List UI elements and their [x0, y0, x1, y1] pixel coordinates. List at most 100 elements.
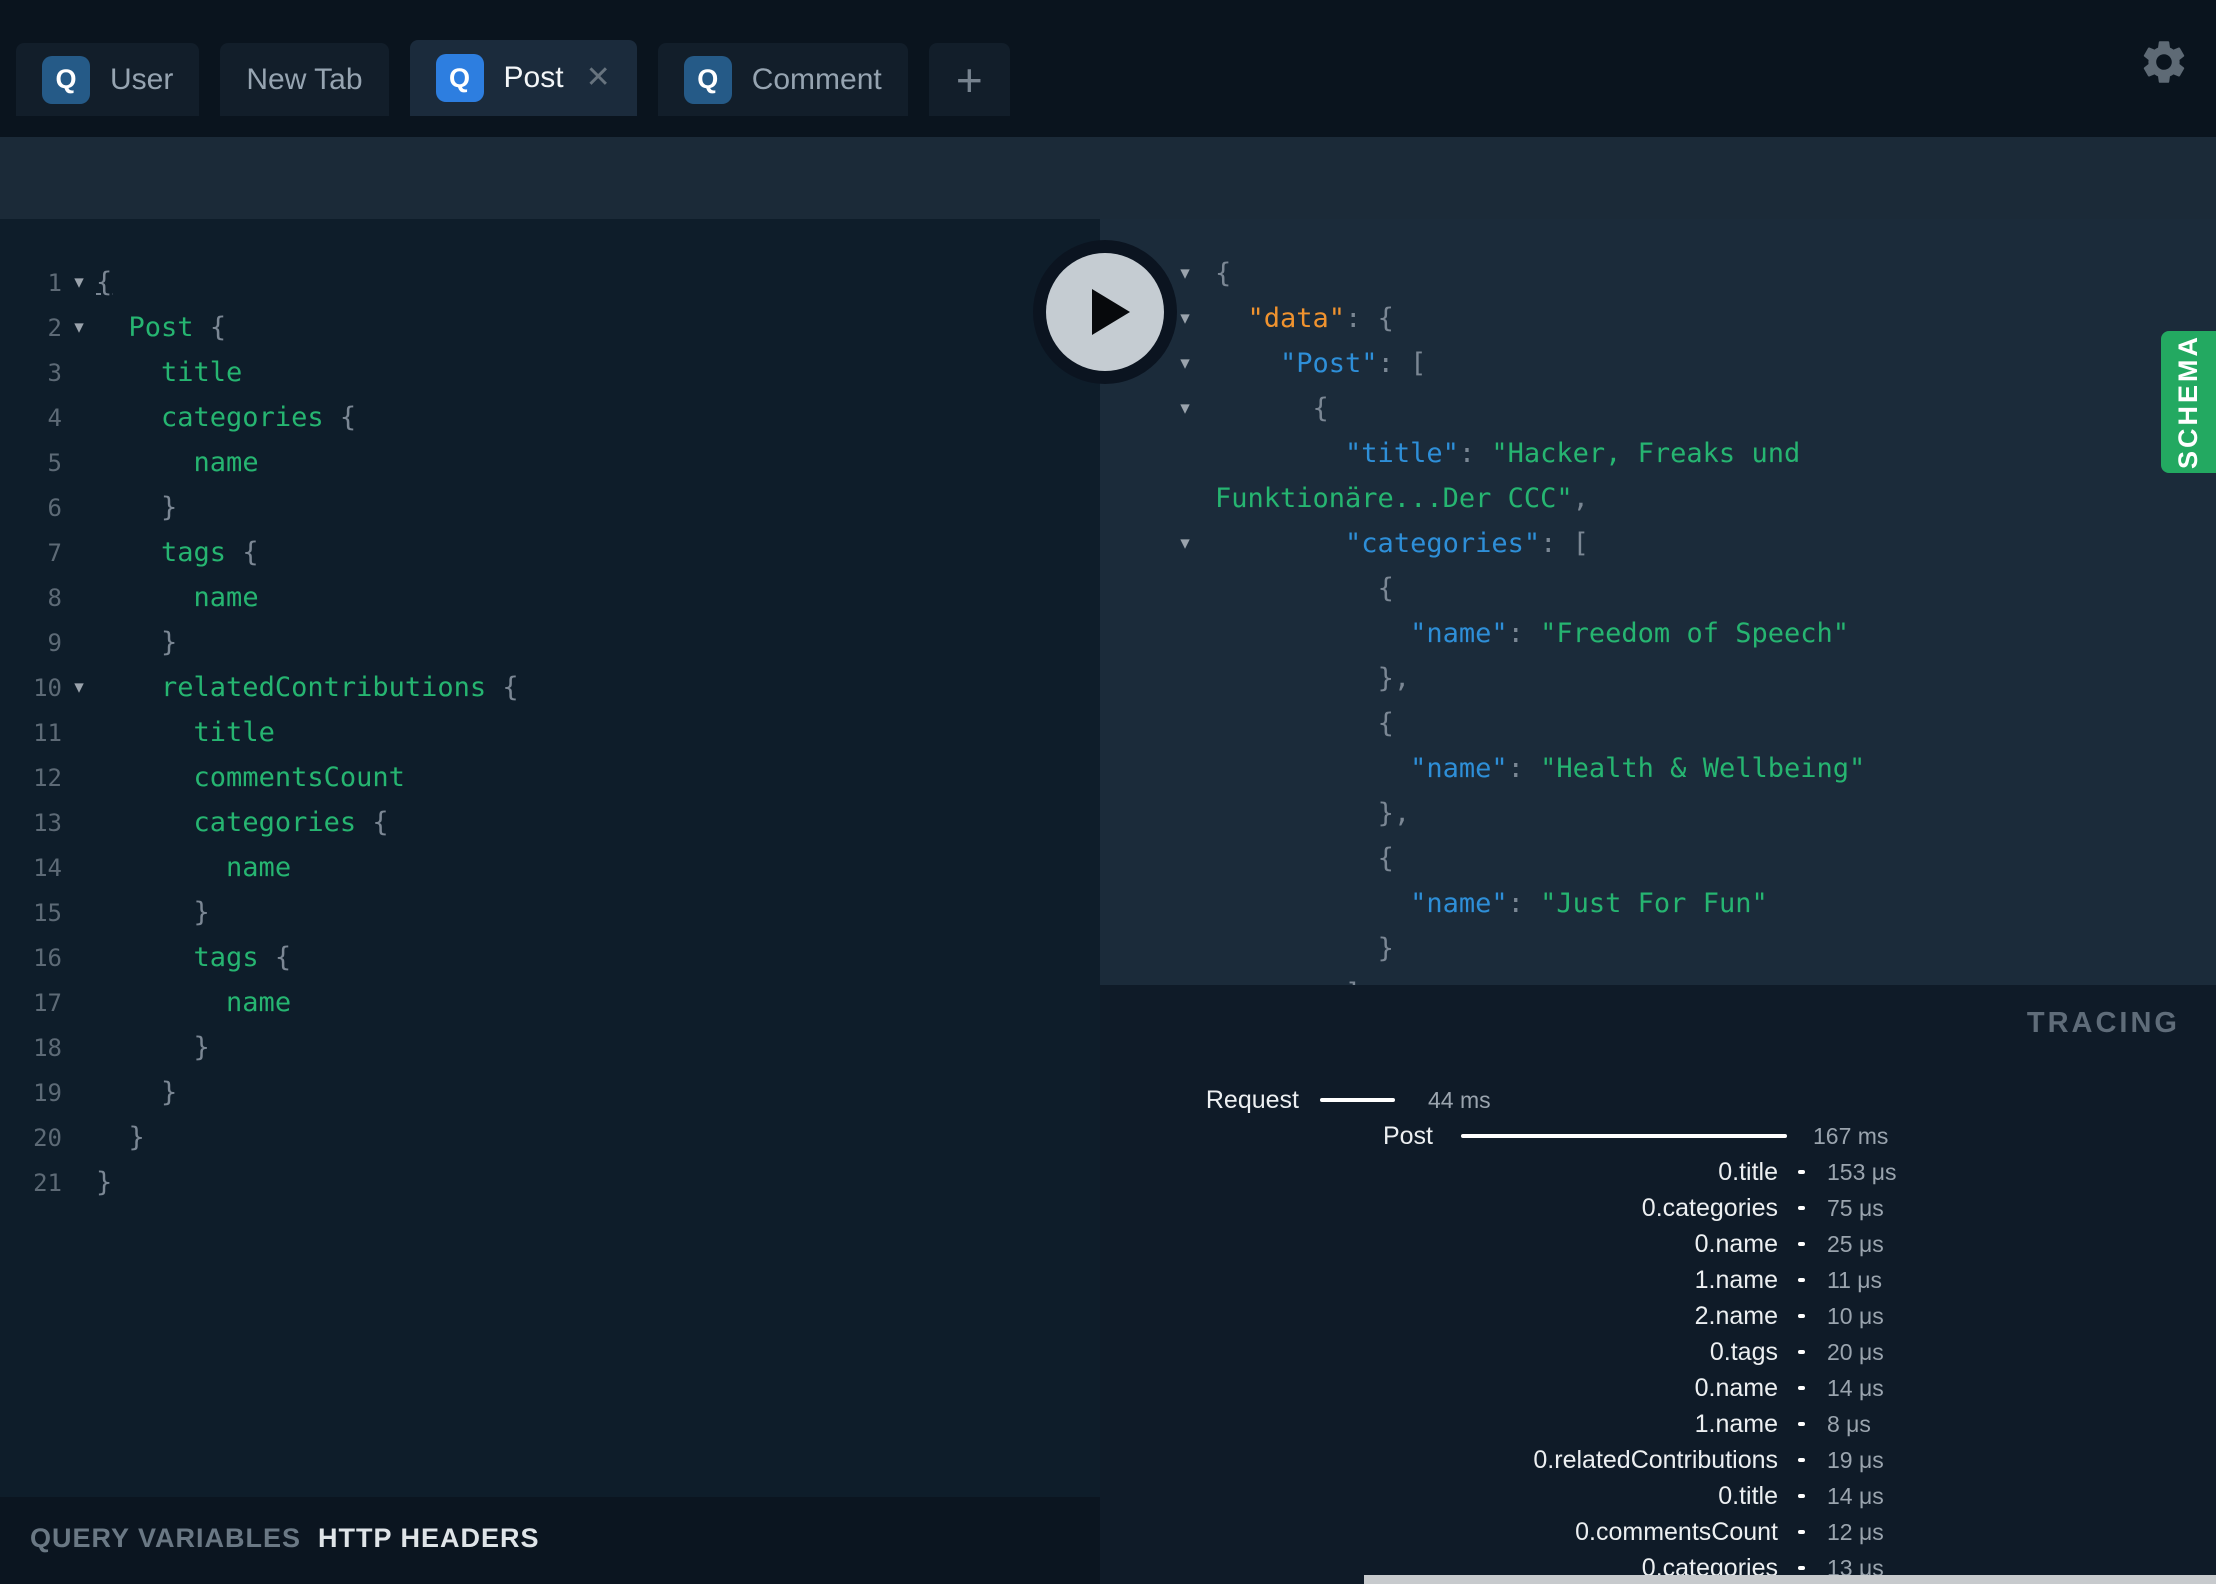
response-code: {: [1377, 843, 1394, 874]
response-line: {: [1100, 701, 1865, 746]
trace-row: 0.title 153 μs: [1120, 1154, 2200, 1190]
tab-post[interactable]: Q Post ✕: [409, 40, 637, 116]
tab-label: Post: [503, 61, 564, 94]
trace-duration-bar: [1320, 1098, 1395, 1102]
tab-user[interactable]: Q User: [16, 43, 200, 116]
response-line: Funktionäre...Der CCC",: [1100, 476, 1865, 521]
editor-line: 8 name: [0, 575, 519, 620]
response-code: }: [1377, 933, 1394, 964]
response-code: "name": "Freedom of Speech": [1410, 618, 1849, 649]
line-number: 8: [47, 583, 62, 612]
query-editor[interactable]: 1 ▾{2 ▾ Post {3 title 4 categories {5 name 6…: [0, 219, 1100, 1497]
tab-comment[interactable]: Q Comment: [657, 43, 908, 116]
response-line: "name": "Health & Wellbeing": [1100, 746, 1865, 791]
fold-arrow-icon[interactable]: ▾: [62, 676, 96, 699]
response-code: ]: [1215, 978, 1361, 985]
trace-row: 0.relatedContributions 19 μs: [1120, 1442, 2200, 1478]
response-json-lines: ▾{▾ "data": {▾ "Post": [▾ { "title": "Ha…: [1100, 251, 1865, 985]
play-icon: [1092, 289, 1130, 335]
settings-gear-icon[interactable]: [2138, 36, 2190, 88]
editor-line: 6 }: [0, 485, 519, 530]
response-line: }: [1100, 926, 1865, 971]
new-tab-button[interactable]: +: [928, 43, 1010, 116]
trace-label: 1.name: [1694, 1265, 1778, 1294]
tracing-panel: TRACING Request 44 ms Post 167 ms 0.title 153…: [1100, 985, 2216, 1584]
fold-arrow-icon[interactable]: ▾: [1100, 532, 1215, 555]
tab-query-variables[interactable]: QUERY VARIABLES: [30, 1523, 301, 1554]
trace-duration-bar: [1798, 1242, 1805, 1246]
trace-duration: 8 μs: [1827, 1410, 1871, 1437]
fold-arrow-icon[interactable]: ▾: [62, 271, 96, 294]
trace-duration-bar: [1798, 1278, 1805, 1282]
editor-code: Post {: [128, 312, 227, 343]
horizontal-scrollbar[interactable]: [1364, 1575, 2216, 1584]
query-type-badge: Q: [42, 55, 90, 104]
editor-code: relatedContributions {: [161, 672, 519, 703]
line-number: 3: [47, 358, 62, 387]
response-line: ▾ "categories": [: [1100, 521, 1865, 566]
editor-code: name: [226, 852, 292, 883]
editor-code: {: [96, 267, 113, 298]
trace-duration: 167 ms: [1813, 1122, 1889, 1149]
trace-duration-bar: [1798, 1350, 1805, 1354]
response-line: ▾ "data": {: [1100, 296, 1865, 341]
trace-label: 0.name: [1694, 1229, 1778, 1258]
editor-code: commentsCount: [193, 762, 405, 793]
response-code: "Post": [: [1280, 348, 1427, 379]
trace-duration: 19 μs: [1827, 1446, 1884, 1473]
trace-label: 0.categories: [1641, 1193, 1778, 1222]
trace-duration-bar: [1461, 1134, 1787, 1138]
trace-row: 0.commentsCount 12 μs: [1120, 1514, 2200, 1550]
trace-duration: 10 μs: [1827, 1302, 1884, 1329]
fold-arrow-icon[interactable]: ▾: [1100, 397, 1215, 420]
response-line: ▾ "Post": [: [1100, 341, 1865, 386]
tab-new-tab[interactable]: New Tab: [220, 43, 389, 116]
trace-row: 0.tags 20 μs: [1120, 1334, 2200, 1370]
toolbar: PRETTIFY HISTORY COPY CURL SHARE PLAYGRO…: [0, 137, 2216, 348]
trace-duration-bar: [1798, 1314, 1805, 1318]
trace-duration-bar: [1798, 1422, 1805, 1426]
trace-duration: 44 ms: [1428, 1086, 1491, 1113]
editor-code: title: [193, 717, 275, 748]
editor-code: }: [161, 627, 178, 658]
tab-label: New Tab: [246, 62, 363, 96]
editor-line: 11 title: [0, 710, 519, 755]
fold-arrow-icon[interactable]: ▾: [62, 316, 96, 339]
trace-label: 1.name: [1694, 1409, 1778, 1438]
response-line: "name": "Freedom of Speech": [1100, 611, 1865, 656]
schema-side-tab[interactable]: SCHEMA: [2161, 331, 2216, 473]
tracing-rows: Request 44 ms Post 167 ms 0.title 153 μs 0.cat…: [1120, 1082, 2200, 1584]
editor-code: }: [128, 1122, 145, 1153]
line-number: 16: [33, 943, 62, 972]
query-type-badge: Q: [683, 55, 732, 104]
editor-code: }: [161, 492, 178, 523]
trace-row: 0.name 14 μs: [1120, 1370, 2200, 1406]
response-line: ]: [1100, 971, 1865, 985]
play-button-circle: [1046, 253, 1164, 371]
response-code: "categories": [: [1345, 528, 1589, 559]
editor-code: }: [161, 1077, 178, 1108]
trace-duration: 14 μs: [1827, 1482, 1884, 1509]
editor-line: 20 }: [0, 1115, 519, 1160]
close-tab-icon[interactable]: ✕: [586, 63, 611, 93]
editor-line: 12 commentsCount: [0, 755, 519, 800]
editor-line: 7 tags {: [0, 530, 519, 575]
response-viewer: ▾{▾ "data": {▾ "Post": [▾ { "title": "Ha…: [1100, 219, 2216, 985]
plus-icon: +: [955, 53, 983, 106]
line-number: 18: [33, 1033, 62, 1062]
editor-line: 13 categories {: [0, 800, 519, 845]
trace-row: 2.name 10 μs: [1120, 1298, 2200, 1334]
editor-code: tags {: [193, 942, 292, 973]
response-code: },: [1377, 663, 1411, 694]
execute-query-button[interactable]: [1033, 240, 1177, 384]
trace-label: 0.title: [1718, 1157, 1778, 1186]
line-number: 11: [33, 718, 62, 747]
line-number: 4: [47, 403, 62, 432]
response-code: Funktionäre...Der CCC",: [1215, 483, 1589, 514]
editor-line: 18 }: [0, 1025, 519, 1070]
response-line: {: [1100, 566, 1865, 611]
trace-row: Post 167 ms: [1120, 1118, 2200, 1154]
tab-http-headers[interactable]: HTTP HEADERS: [318, 1523, 540, 1554]
trace-duration: 14 μs: [1827, 1374, 1884, 1401]
trace-label: 0.relatedContributions: [1533, 1445, 1778, 1474]
